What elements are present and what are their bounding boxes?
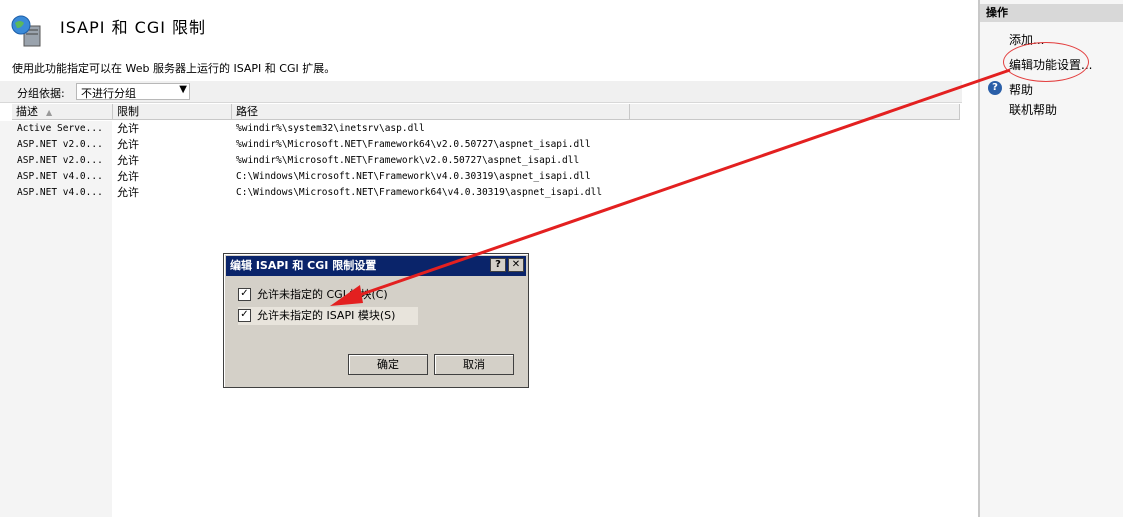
group-by-select[interactable]: 不进行分组 ▼ — [76, 83, 190, 100]
allow-cgi-option[interactable]: ✓ 允许未指定的 CGI 模块(C) — [238, 286, 388, 304]
edit-restrictions-dialog: 编辑 ISAPI 和 CGI 限制设置 ? ✕ ✓ 允许未指定的 CGI 模块(C… — [223, 253, 529, 388]
allow-cgi-label: 允许未指定的 CGI 模块(C) — [257, 288, 388, 301]
help-icon: ? — [988, 81, 1002, 95]
allow-isapi-checkbox[interactable]: ✓ — [238, 308, 251, 322]
dropdown-arrow-icon: ▼ — [179, 84, 187, 95]
dialog-close-button[interactable]: ✕ — [508, 258, 524, 272]
table-row[interactable]: ASP.NET v4.0... 允许 C:\Windows\Microsoft.… — [0, 185, 960, 201]
help-link[interactable]: 帮助 — [1009, 81, 1033, 98]
allow-cgi-checkbox[interactable]: ✓ — [238, 287, 251, 301]
column-header-filler — [630, 104, 960, 120]
ok-button[interactable]: 确定 — [348, 354, 428, 375]
group-by-value: 不进行分组 — [81, 87, 136, 100]
actions-header: 操作 — [980, 4, 1123, 22]
column-header-description[interactable]: 描述 ▲ — [12, 104, 113, 120]
page-description: 使用此功能指定可以在 Web 服务器上运行的 ISAPI 和 CGI 扩展。 — [12, 62, 336, 75]
table-row[interactable]: Active Serve... 允许 %windir%\system32\ine… — [0, 121, 960, 137]
group-by-bar: 分组依据: 不进行分组 ▼ — [0, 81, 962, 103]
table-row[interactable]: ASP.NET v2.0... 允许 %windir%\Microsoft.NE… — [0, 153, 960, 169]
online-help-link[interactable]: 联机帮助 — [1009, 101, 1057, 118]
allow-isapi-label: 允许未指定的 ISAPI 模块(S) — [257, 309, 396, 322]
dialog-titlebar: 编辑 ISAPI 和 CGI 限制设置 — [226, 256, 526, 276]
sort-ascending-icon: ▲ — [46, 108, 53, 117]
annotation-circle — [1003, 42, 1089, 82]
cancel-button[interactable]: 取消 — [434, 354, 514, 375]
dialog-title: 编辑 ISAPI 和 CGI 限制设置 — [230, 259, 377, 272]
dialog-help-button[interactable]: ? — [490, 258, 506, 272]
table-row[interactable]: ASP.NET v2.0... 允许 %windir%\Microsoft.NE… — [0, 137, 960, 153]
column-header-restriction[interactable]: 限制 — [113, 104, 232, 120]
server-globe-icon — [11, 15, 41, 47]
group-by-label: 分组依据: — [17, 87, 65, 100]
column-header-path[interactable]: 路径 — [232, 104, 630, 120]
allow-isapi-option[interactable]: ✓ 允许未指定的 ISAPI 模块(S) — [238, 307, 418, 325]
page-title: ISAPI 和 CGI 限制 — [60, 18, 207, 37]
table-row[interactable]: ASP.NET v4.0... 允许 C:\Windows\Microsoft.… — [0, 169, 960, 185]
